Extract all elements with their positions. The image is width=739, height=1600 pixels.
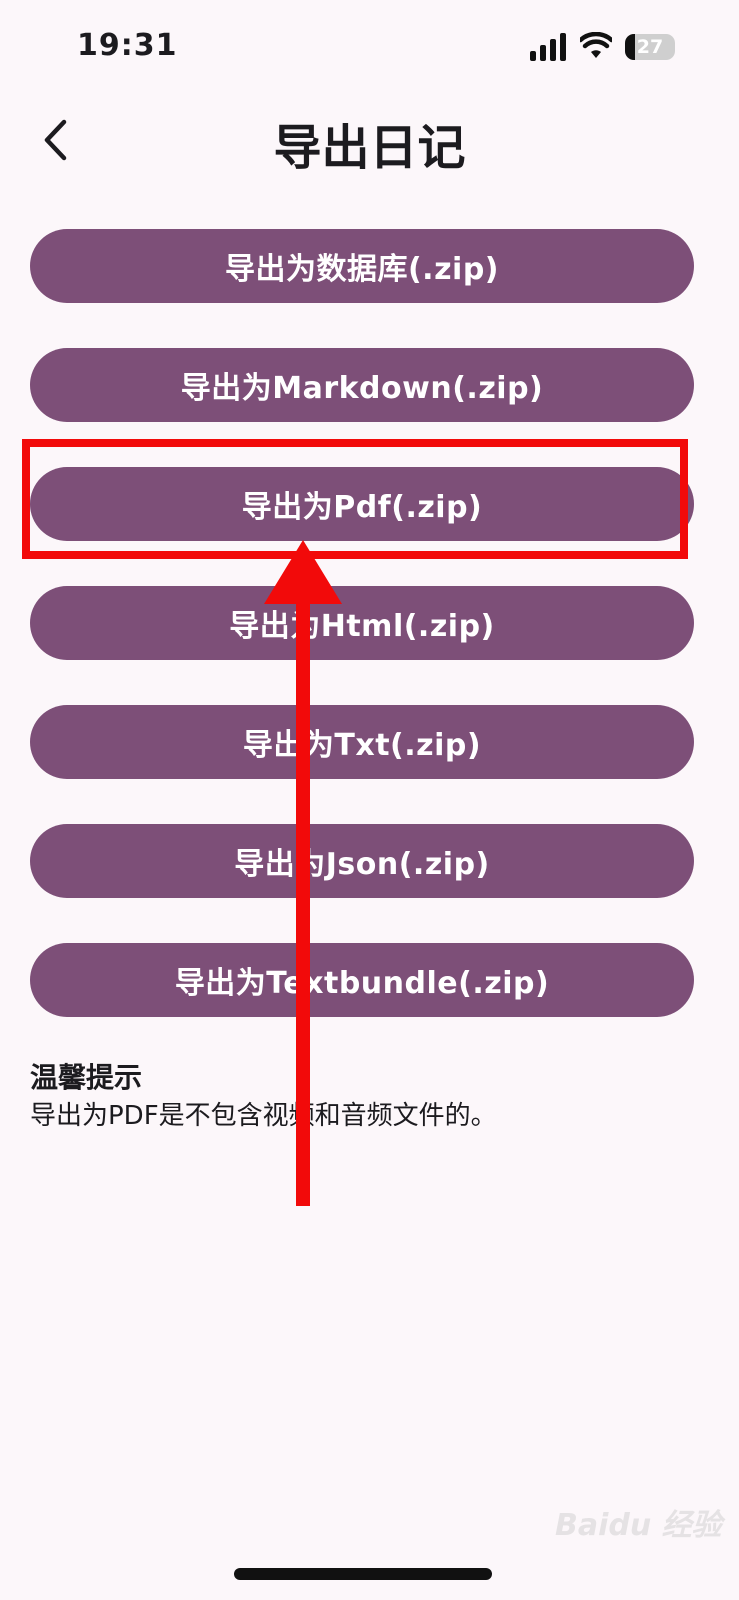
export-textbundle-button[interactable]: 导出为Textbundle(.zip)	[30, 943, 694, 1017]
tip-section: 温馨提示 导出为PDF是不包含视频和音频文件的。	[30, 1058, 710, 1134]
battery-icon: 27	[625, 34, 675, 60]
page-title: 导出日记	[273, 120, 466, 176]
export-json-button[interactable]: 导出为Json(.zip)	[30, 824, 694, 898]
battery-level: 27	[636, 36, 664, 58]
status-time: 19:31	[77, 28, 178, 63]
export-html-button[interactable]: 导出为Html(.zip)	[30, 586, 694, 660]
watermark: Baidu 经验	[555, 1508, 722, 1543]
tip-title: 温馨提示	[30, 1061, 143, 1094]
wifi-icon	[580, 32, 612, 58]
home-indicator[interactable]	[234, 1568, 492, 1580]
export-txt-button[interactable]: 导出为Txt(.zip)	[30, 705, 694, 779]
export-database-button[interactable]: 导出为数据库(.zip)	[30, 229, 694, 303]
signal-icon	[530, 33, 566, 61]
tip-text: 导出为PDF是不包含视频和音频文件的。	[30, 1101, 497, 1131]
export-pdf-button[interactable]: 导出为Pdf(.zip)	[30, 467, 694, 541]
export-markdown-button[interactable]: 导出为Markdown(.zip)	[30, 348, 694, 422]
status-bar: 19:31 27	[0, 0, 739, 100]
